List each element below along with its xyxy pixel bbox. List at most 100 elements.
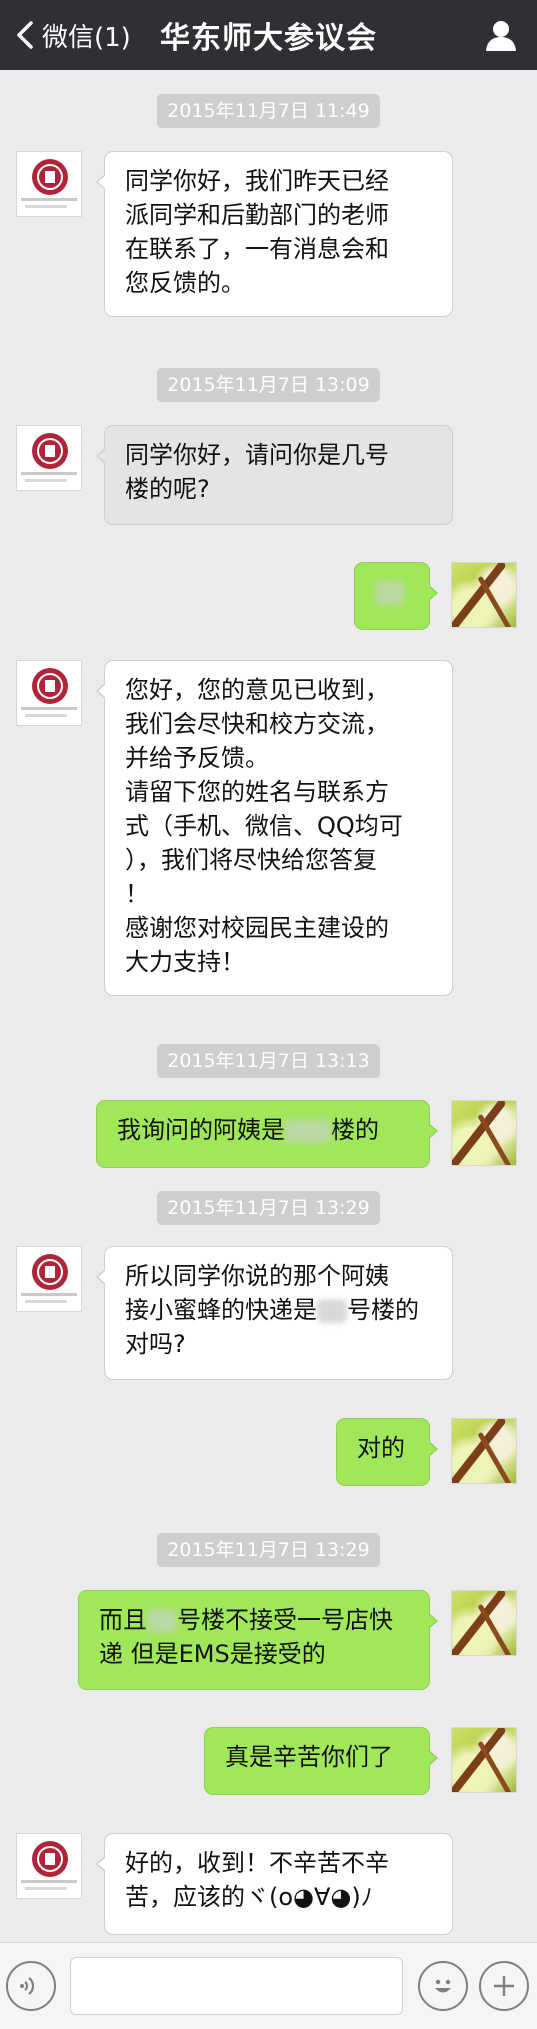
plus-icon bbox=[494, 1976, 514, 1996]
avatar-branch bbox=[452, 1101, 507, 1165]
emoji-button[interactable] bbox=[418, 1961, 468, 2011]
seal-caption-line bbox=[25, 1300, 67, 1303]
user-avatar[interactable] bbox=[451, 1100, 517, 1166]
seal-caption-line bbox=[21, 1880, 77, 1883]
avatar-branch bbox=[477, 575, 512, 627]
message-line: 感谢您对校园民主建设的 bbox=[125, 914, 389, 942]
redacted-text bbox=[147, 1609, 177, 1633]
avatar-branch bbox=[452, 1419, 507, 1483]
timestamp: 2015年11月7日 13:29 bbox=[0, 1190, 537, 1226]
message-line: 您好，您的意见已收到， bbox=[125, 676, 389, 704]
redacted-text bbox=[285, 1119, 331, 1143]
incoming-message-bubble[interactable]: 同学你好，我们昨天已经 派同学和后勤部门的老师 在联系了，一有消息会和 您反馈的… bbox=[96, 151, 453, 317]
redacted-text bbox=[317, 1299, 347, 1323]
more-button[interactable] bbox=[479, 1961, 529, 2011]
navigation-bar: 微信(1) 华东师大参议会 bbox=[0, 0, 537, 70]
message-text: 号楼的 bbox=[347, 1296, 419, 1324]
message-line: 而且 号楼不接受一号店快 bbox=[99, 1603, 409, 1637]
message-line: 大力支持！ bbox=[125, 948, 245, 976]
redacted-text bbox=[375, 581, 405, 605]
incoming-message-bubble[interactable]: 同学你好，请问你是几号 楼的呢? bbox=[96, 425, 453, 525]
outgoing-message-bubble[interactable] bbox=[354, 562, 438, 630]
outgoing-message-bubble[interactable]: 我询问的阿姨是 楼的 bbox=[96, 1100, 438, 1168]
message-line: 并给予反馈。 bbox=[125, 744, 269, 772]
incoming-message-bubble[interactable]: 您好，您的意见已收到， 我们会尽快和校方交流， 并给予反馈。 请留下您的姓名与联… bbox=[96, 660, 453, 996]
timestamp-label: 2015年11月7日 11:49 bbox=[157, 94, 380, 128]
incoming-message-bubble[interactable]: 所以同学你说的那个阿姨 接小蜜蜂的快递是 号楼的 对吗? bbox=[96, 1246, 453, 1380]
message-text: 楼的 bbox=[331, 1116, 379, 1144]
message-line: 苦，应该的ヾ(o◕∀◕)ﾉ bbox=[125, 1883, 373, 1911]
avatar-branch bbox=[452, 563, 507, 627]
message-text: 接小蜜蜂的快递是 bbox=[125, 1296, 317, 1324]
profile-button[interactable] bbox=[477, 11, 525, 59]
message-line: 派同学和后勤部门的老师 bbox=[125, 201, 389, 229]
message-text: 号楼不接受一号店快 bbox=[177, 1606, 393, 1634]
timestamp-label: 2015年11月7日 13:29 bbox=[157, 1191, 380, 1225]
message-text: 我询问的阿姨是 bbox=[117, 1116, 285, 1144]
message-line: 递 但是EMS是接受的 bbox=[99, 1640, 326, 1668]
message-text: 而且 bbox=[99, 1606, 147, 1634]
timestamp: 2015年11月7日 13:29 bbox=[0, 1532, 537, 1568]
seal-caption-line bbox=[25, 479, 67, 482]
message-line: 好的，收到！不辛苦不辛 bbox=[125, 1849, 389, 1877]
message-line: 我们会尽快和校方交流， bbox=[125, 710, 389, 738]
university-seal-icon bbox=[32, 433, 68, 469]
emoji-icon bbox=[435, 1979, 451, 1993]
seal-caption-line bbox=[21, 198, 77, 201]
official-account-avatar[interactable] bbox=[16, 660, 82, 726]
message-input[interactable] bbox=[70, 1957, 403, 2015]
message-line: 对的 bbox=[357, 1434, 405, 1462]
university-seal-icon bbox=[32, 1254, 68, 1290]
timestamp: 2015年11月7日 11:49 bbox=[0, 93, 537, 129]
message-line: 式（手机、微信、QQ均可 bbox=[125, 812, 403, 840]
user-avatar[interactable] bbox=[451, 1418, 517, 1484]
outgoing-message-bubble[interactable]: 真是辛苦你们了 bbox=[204, 1727, 438, 1795]
university-seal-icon bbox=[32, 668, 68, 704]
chat-title: 华东师大参议会 bbox=[160, 21, 377, 56]
voice-button[interactable] bbox=[6, 1961, 56, 2011]
avatar-branch bbox=[477, 1740, 512, 1792]
official-account-avatar[interactable] bbox=[16, 151, 82, 217]
message-line: 在联系了，一有消息会和 bbox=[125, 235, 389, 263]
voice-icon bbox=[20, 1977, 35, 1995]
university-seal-icon bbox=[32, 1841, 68, 1877]
message-line: 我询问的阿姨是 楼的 bbox=[117, 1113, 409, 1147]
message-line: ），我们将尽快给您答复 bbox=[125, 846, 377, 874]
input-bar bbox=[0, 1942, 537, 2029]
person-icon bbox=[486, 21, 516, 51]
timestamp-label: 2015年11月7日 13:13 bbox=[157, 1044, 380, 1078]
incoming-message-bubble[interactable]: 好的，收到！不辛苦不辛 苦，应该的ヾ(o◕∀◕)ﾉ bbox=[96, 1833, 453, 1935]
timestamp: 2015年11月7日 13:13 bbox=[0, 1043, 537, 1079]
outgoing-message-bubble[interactable]: 而且 号楼不接受一号店快 递 但是EMS是接受的 bbox=[78, 1590, 438, 1690]
outgoing-message-bubble[interactable]: 对的 bbox=[336, 1418, 438, 1486]
timestamp-label: 2015年11月7日 13:09 bbox=[157, 368, 380, 402]
official-account-avatar[interactable] bbox=[16, 1246, 82, 1312]
avatar-branch bbox=[452, 1591, 507, 1655]
message-line: 所以同学你说的那个阿姨 bbox=[125, 1262, 389, 1290]
user-avatar[interactable] bbox=[451, 562, 517, 628]
seal-caption-line bbox=[25, 205, 67, 208]
avatar-branch bbox=[452, 1728, 507, 1792]
message-line: 同学你好，请问你是几号 bbox=[125, 441, 389, 469]
seal-caption-line bbox=[21, 1293, 77, 1296]
official-account-avatar[interactable] bbox=[16, 1833, 82, 1899]
seal-caption-line bbox=[21, 472, 77, 475]
avatar-branch bbox=[477, 1431, 512, 1483]
official-account-avatar[interactable] bbox=[16, 425, 82, 491]
university-seal-icon bbox=[32, 159, 68, 195]
seal-caption-line bbox=[25, 714, 67, 717]
avatar-branch bbox=[477, 1113, 512, 1165]
timestamp: 2015年11月7日 13:09 bbox=[0, 367, 537, 403]
timestamp-label: 2015年11月7日 13:29 bbox=[157, 1533, 380, 1567]
message-line: 同学你好，我们昨天已经 bbox=[125, 167, 389, 195]
seal-caption-line bbox=[21, 707, 77, 710]
avatar-branch bbox=[477, 1603, 512, 1655]
message-line: 请留下您的姓名与联系方 bbox=[125, 778, 389, 806]
user-avatar[interactable] bbox=[451, 1727, 517, 1793]
message-line: 对吗? bbox=[125, 1330, 186, 1358]
message-line: ！ bbox=[125, 880, 149, 908]
message-line: 接小蜜蜂的快递是 号楼的 bbox=[125, 1293, 432, 1327]
user-avatar[interactable] bbox=[451, 1590, 517, 1656]
message-line: 真是辛苦你们了 bbox=[225, 1743, 393, 1771]
message-line: 您反馈的。 bbox=[125, 269, 245, 297]
